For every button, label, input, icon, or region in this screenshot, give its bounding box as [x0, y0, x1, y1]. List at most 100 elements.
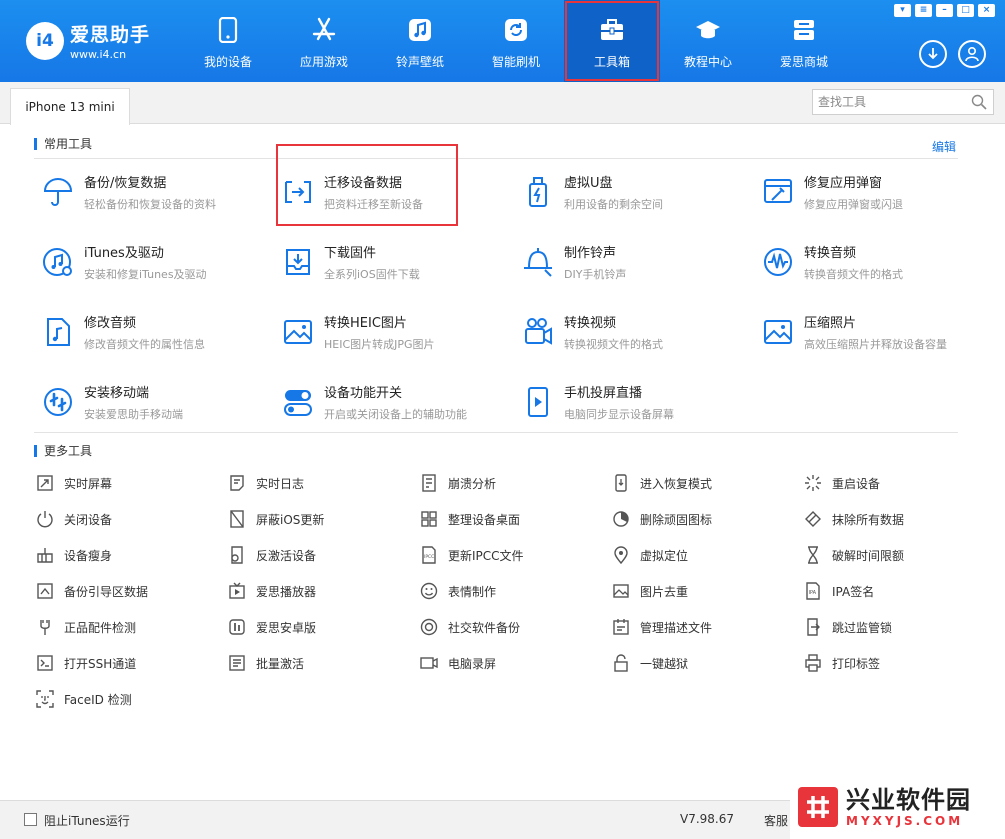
nav-ringtones-wallpapers[interactable]: 铃声壁纸: [372, 0, 468, 82]
audio-file-icon: [40, 314, 76, 350]
deactivate-icon: [228, 546, 246, 564]
ipcc-file-icon: IPCC: [420, 546, 438, 564]
more-tool-block-ios-update[interactable]: 屏蔽iOS更新: [228, 509, 324, 529]
realtime-screen-icon: [36, 474, 54, 492]
search-input[interactable]: [813, 90, 963, 114]
minimize-icon[interactable]: –: [936, 4, 953, 17]
itunes-icon: [40, 244, 76, 280]
more-tool-i4-player[interactable]: 爱思播放器: [228, 581, 316, 601]
tool-device-feature-switch[interactable]: 设备功能开关 开启或关闭设备上的辅助功能: [280, 382, 500, 432]
more-tool-device-slimming[interactable]: 设备瘦身: [36, 545, 112, 565]
nav-toolbox[interactable]: 工具箱: [564, 0, 660, 82]
maximize-icon[interactable]: □: [957, 4, 974, 17]
ssh-terminal-icon: [36, 654, 54, 672]
appstore-icon: [310, 16, 338, 44]
tool-edit-audio[interactable]: 修改音频 修改音频文件的属性信息: [40, 312, 260, 362]
nav-smart-flash[interactable]: 智能刷机: [468, 0, 564, 82]
more-tool-accessory-check[interactable]: 正品配件检测: [36, 617, 136, 637]
more-tool-restart[interactable]: 重启设备: [804, 473, 880, 493]
app-name: 爱思助手: [70, 24, 151, 46]
more-tool-one-click-jailbreak[interactable]: 一键越狱: [612, 653, 688, 673]
more-tool-erase-all-data[interactable]: 抹除所有数据: [804, 509, 904, 529]
tool-download-firmware[interactable]: 下载固件 全系列iOS固件下载: [280, 242, 500, 292]
eraser-icon: [804, 510, 822, 528]
download-icon[interactable]: [919, 40, 947, 68]
shop-icon: [790, 16, 818, 44]
more-tool-manage-profiles[interactable]: 管理描述文件: [612, 617, 712, 637]
tool-compress-photo[interactable]: 压缩照片 高效压缩照片并释放设备容量: [760, 312, 990, 362]
more-tool-realtime-screen[interactable]: 实时屏幕: [36, 473, 112, 493]
more-tool-emoji-maker[interactable]: 表情制作: [420, 581, 496, 601]
divider: [34, 158, 958, 159]
tool-itunes-driver[interactable]: iTunes及驱动 安装和修复iTunes及驱动: [40, 242, 260, 292]
nav-tutorial-center[interactable]: 教程中心: [660, 0, 756, 82]
search-box: [812, 89, 994, 115]
edit-link[interactable]: 编辑: [932, 138, 956, 155]
tool-virtual-udisk[interactable]: 虚拟U盘 利用设备的剩余空间: [520, 172, 740, 222]
nav-i4-shop[interactable]: 爱思商城: [756, 0, 852, 82]
more-tool-backup-boot[interactable]: 备份引导区数据: [36, 581, 148, 601]
more-tool-delete-stubborn-icons[interactable]: 删除顽固图标: [612, 509, 712, 529]
more-tool-deactivate-device[interactable]: 反激活设备: [228, 545, 316, 565]
toolbox-icon: [598, 16, 626, 44]
heic-image-icon: [280, 314, 316, 350]
tool-migrate-data[interactable]: 迁移设备数据 把资料迁移至新设备: [276, 144, 458, 226]
tv-player-icon: [228, 582, 246, 600]
music-note-icon: [406, 16, 434, 44]
restart-icon: [804, 474, 822, 492]
more-tool-update-ipcc[interactable]: IPCC 更新IPCC文件: [420, 545, 524, 565]
bell-icon: [520, 244, 556, 280]
tool-install-mobile[interactable]: 安装移动端 安装爱思助手移动端: [40, 382, 260, 432]
more-tool-faceid-check[interactable]: FaceID 检测: [36, 689, 132, 709]
tool-repair-popup[interactable]: 修复应用弹窗 修复应用弹窗或闪退: [760, 172, 990, 222]
more-tool-social-backup[interactable]: 社交软件备份: [420, 617, 520, 637]
more-tool-skip-supervision-lock[interactable]: 跳过监管锁: [804, 617, 892, 637]
more-tool-virtual-location[interactable]: 虚拟定位: [612, 545, 688, 565]
more-tool-i4-android[interactable]: 爱思安卓版: [228, 617, 316, 637]
nav-my-device[interactable]: 我的设备: [180, 0, 276, 82]
faceid-icon: [36, 690, 54, 708]
more-tool-pc-screen-record[interactable]: 电脑录屏: [420, 653, 496, 673]
more-tool-batch-activate[interactable]: 批量激活: [228, 653, 304, 673]
tool-convert-audio[interactable]: 转换音频 转换音频文件的格式: [760, 242, 980, 292]
delete-icon-icon: [612, 510, 630, 528]
more-tool-print-label[interactable]: 打印标签: [804, 653, 880, 673]
tool-screen-mirror[interactable]: 手机投屏直播 电脑同步显示设备屏幕: [520, 382, 740, 432]
more-tool-crack-time-limit[interactable]: 破解时间限额: [804, 545, 904, 565]
device-tab-bar: iPhone 13 mini: [0, 82, 1005, 125]
more-tool-recovery-mode[interactable]: 进入恢复模式: [612, 473, 712, 493]
more-tool-open-ssh[interactable]: 打开SSH通道: [36, 653, 136, 673]
nav-apps-games[interactable]: 应用游戏: [276, 0, 372, 82]
grid-icon: [420, 510, 438, 528]
install-mobile-icon: [40, 384, 76, 420]
menu-icon[interactable]: ≡: [915, 4, 932, 17]
more-tool-crash-analysis[interactable]: 崩溃分析: [420, 473, 496, 493]
migrate-icon: [280, 174, 316, 210]
search-icon[interactable]: [971, 94, 987, 113]
main-nav: 我的设备 应用游戏 铃声壁纸 智能刷机 工具箱 教程中心 爱思商城: [180, 0, 852, 82]
device-tab[interactable]: iPhone 13 mini: [10, 88, 130, 125]
clean-icon: [36, 546, 54, 564]
tool-convert-video[interactable]: 转换视频 转换视频文件的格式: [520, 312, 740, 362]
compress-photo-icon: [760, 314, 796, 350]
supervision-lock-icon: [804, 618, 822, 636]
block-itunes-checkbox[interactable]: [24, 813, 37, 826]
tool-make-ringtone[interactable]: 制作铃声 DIY手机铃声: [520, 242, 740, 292]
social-backup-icon: [420, 618, 438, 636]
jailbreak-lock-icon: [612, 654, 630, 672]
svg-text:IPA: IPA: [809, 590, 817, 596]
skin-icon[interactable]: ▾: [894, 4, 911, 17]
watermark-cn: 兴业软件园: [846, 786, 971, 814]
more-tool-organize-desktop[interactable]: 整理设备桌面: [420, 509, 520, 529]
i4-android-icon: [228, 618, 246, 636]
repair-window-icon: [760, 174, 796, 210]
close-icon[interactable]: ×: [978, 4, 995, 17]
tool-convert-heic[interactable]: 转换HEIC图片 HEIC图片转成JPG图片: [280, 312, 500, 362]
more-tool-ipa-sign[interactable]: IPA IPA签名: [804, 581, 874, 601]
more-tool-realtime-log[interactable]: 实时日志: [228, 473, 304, 493]
customer-service-link[interactable]: 客服: [764, 812, 788, 829]
more-tool-image-dedupe[interactable]: 图片去重: [612, 581, 688, 601]
user-avatar-icon[interactable]: [958, 40, 986, 68]
tool-backup-restore[interactable]: 备份/恢复数据 轻松备份和恢复设备的资料: [40, 172, 260, 222]
more-tool-power-off[interactable]: 关闭设备: [36, 509, 112, 529]
